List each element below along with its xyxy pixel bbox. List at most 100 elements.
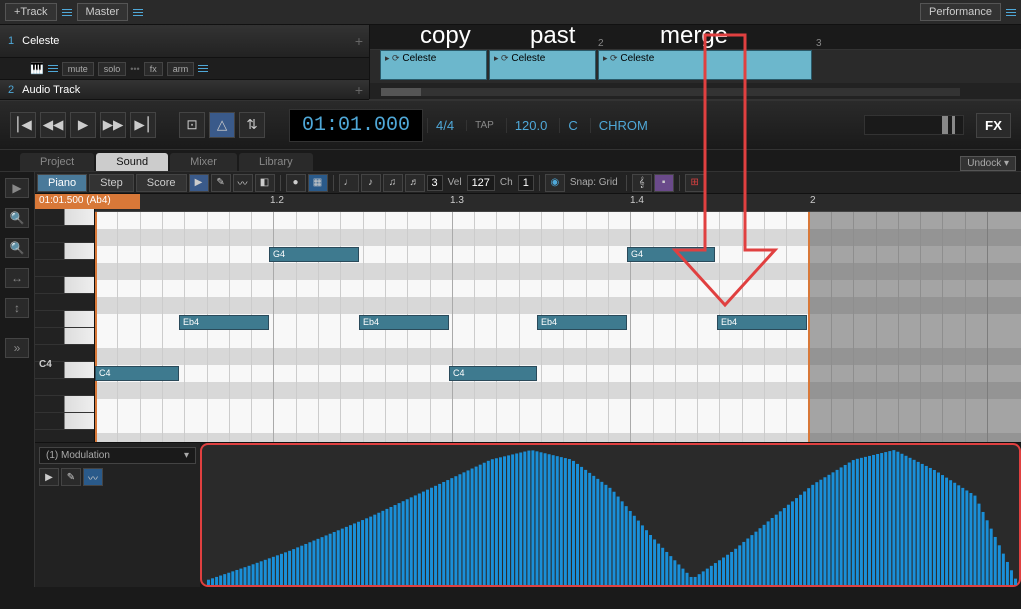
midi-note[interactable]: G4: [269, 247, 359, 262]
play-icon[interactable]: ▶: [5, 178, 29, 198]
track-menu-icon[interactable]: [62, 9, 72, 16]
scale-value[interactable]: CHROM: [590, 118, 656, 133]
auto-line-icon[interactable]: 〰: [83, 468, 103, 486]
arrange-scrollbar[interactable]: [380, 87, 961, 97]
midi-menu-icon[interactable]: [48, 65, 58, 72]
arm-menu-icon[interactable]: [198, 65, 208, 72]
track-row[interactable]: 2 Audio Track +: [0, 80, 369, 100]
midi-note[interactable]: Eb4: [717, 315, 807, 330]
rewind-button[interactable]: ◀◀: [40, 112, 66, 138]
add-icon[interactable]: +: [355, 82, 363, 98]
channel-value[interactable]: 1: [518, 175, 534, 191]
track-name: Celeste: [22, 35, 59, 47]
piano-keyboard[interactable]: C4: [35, 194, 95, 442]
settings-button[interactable]: ⇅: [239, 112, 265, 138]
midi-note[interactable]: Eb4: [537, 315, 627, 330]
annotation-copy: copy: [420, 25, 471, 50]
fit-width-icon[interactable]: ↔: [5, 268, 29, 288]
color-icon[interactable]: ▪: [654, 174, 674, 192]
time-display[interactable]: 01:01.000: [289, 109, 423, 142]
position-readout: 01:01.500 (Ab4): [35, 194, 140, 209]
mode-piano-button[interactable]: Piano: [37, 174, 87, 192]
midi-note[interactable]: Eb4: [359, 315, 449, 330]
add-icon[interactable]: +: [355, 33, 363, 49]
treble-icon[interactable]: 𝄞: [632, 174, 652, 192]
tap-tempo[interactable]: TAP: [466, 120, 502, 131]
tempo-value[interactable]: 120.0: [506, 118, 556, 133]
annotation-merge: merge: [660, 25, 728, 50]
tab-project[interactable]: Project: [20, 153, 94, 171]
record-icon[interactable]: ●: [286, 174, 306, 192]
loop-start-marker[interactable]: [95, 212, 97, 442]
midi-note[interactable]: G4: [627, 247, 715, 262]
automation-param-dropdown[interactable]: (1) Modulation▾: [39, 447, 196, 464]
vel-label: Vel: [445, 177, 465, 188]
note-eighth-icon[interactable]: ♬: [405, 174, 425, 192]
midi-clip[interactable]: ▸ ⟳ Celeste: [380, 50, 487, 80]
tab-mixer[interactable]: Mixer: [170, 153, 237, 171]
auto-select-icon[interactable]: ▶: [39, 468, 59, 486]
midi-note[interactable]: C4: [95, 366, 179, 381]
clip-lane[interactable]: ▸ ⟳ Celeste ▸ ⟳ Celeste ▸ ⟳ Celeste: [370, 50, 1021, 83]
tab-sound[interactable]: Sound: [96, 153, 168, 171]
forward-button[interactable]: ▶▶: [100, 112, 126, 138]
brush-tool-icon[interactable]: 〰: [233, 174, 253, 192]
go-start-button[interactable]: ⎮◀: [10, 112, 36, 138]
mute-button[interactable]: mute: [62, 62, 94, 76]
annotation-past: past: [530, 25, 575, 50]
automation-area[interactable]: [200, 443, 1021, 587]
note-half-icon[interactable]: ♪: [361, 174, 381, 192]
perf-menu-icon[interactable]: [1006, 9, 1016, 16]
editor-area: ▶ 🔍 🔍 ↔ ↕ » Piano Step Score ▶ ✎ 〰 ◧ ● ▦…: [0, 172, 1021, 587]
go-end-button[interactable]: ▶⎮: [130, 112, 156, 138]
velocity-value[interactable]: 127: [467, 175, 495, 191]
pencil-tool-icon[interactable]: ✎: [211, 174, 231, 192]
undock-button[interactable]: Undock ▾: [960, 156, 1016, 171]
quantize-value[interactable]: 3: [427, 175, 443, 191]
zoom-in-icon[interactable]: 🔍: [5, 208, 29, 228]
scale-icon[interactable]: ⊞: [685, 174, 705, 192]
arrange-area[interactable]: copy past 2 merge 3 ▸ ⟳ Celeste ▸ ⟳ Cele…: [370, 25, 1021, 99]
mode-score-button[interactable]: Score: [136, 174, 187, 192]
ch-label: Ch: [497, 177, 516, 188]
master-fx-button[interactable]: FX: [976, 113, 1011, 138]
grid-icon[interactable]: ▦: [308, 174, 328, 192]
solo-button[interactable]: solo: [98, 62, 127, 76]
piano-ruler[interactable]: 1.21.31.42: [95, 194, 1021, 212]
time-signature[interactable]: 4/4: [427, 118, 462, 133]
piano-grid[interactable]: 1.21.31.42 C4 Eb4 G4 Eb4 C4 Eb4 G4 Eb4: [95, 194, 1021, 442]
note-whole-icon[interactable]: ♩: [339, 174, 359, 192]
editor-main: Piano Step Score ▶ ✎ 〰 ◧ ● ▦ ♩ ♪ ♫ ♬ 3 V…: [35, 172, 1021, 587]
expand-icon[interactable]: »: [5, 338, 29, 358]
loop-end-marker[interactable]: [808, 212, 810, 442]
fit-height-icon[interactable]: ↕: [5, 298, 29, 318]
note-quarter-icon[interactable]: ♫: [383, 174, 403, 192]
editor-sidebar: ▶ 🔍 🔍 ↔ ↕ »: [0, 172, 35, 587]
mode-step-button[interactable]: Step: [89, 174, 134, 192]
tab-library[interactable]: Library: [239, 153, 313, 171]
track-row[interactable]: 1 Celeste +: [0, 25, 369, 58]
loop-button[interactable]: ⊡: [179, 112, 205, 138]
arrange-ruler[interactable]: copy past 2 merge 3: [370, 25, 1021, 50]
add-track-button[interactable]: +Track: [5, 3, 57, 21]
circle-icon[interactable]: ◉: [545, 174, 565, 192]
master-volume-slider[interactable]: [864, 115, 964, 135]
arm-button[interactable]: arm: [167, 62, 195, 76]
midi-note[interactable]: C4: [449, 366, 537, 381]
master-button[interactable]: Master: [77, 3, 129, 21]
snap-label[interactable]: Snap: Grid: [567, 177, 621, 188]
zoom-out-icon[interactable]: 🔍: [5, 238, 29, 258]
master-menu-icon[interactable]: [133, 9, 143, 16]
key-value[interactable]: C: [559, 118, 585, 133]
fx-button[interactable]: fx: [144, 62, 163, 76]
eraser-tool-icon[interactable]: ◧: [255, 174, 275, 192]
pointer-tool-icon[interactable]: ▶: [189, 174, 209, 192]
play-button[interactable]: ▶: [70, 112, 96, 138]
auto-pencil-icon[interactable]: ✎: [61, 468, 81, 486]
editor-toolbar: Piano Step Score ▶ ✎ 〰 ◧ ● ▦ ♩ ♪ ♫ ♬ 3 V…: [35, 172, 1021, 194]
midi-clip[interactable]: ▸ ⟳ Celeste: [598, 50, 812, 80]
metronome-button[interactable]: △: [209, 112, 235, 138]
midi-clip[interactable]: ▸ ⟳ Celeste: [489, 50, 596, 80]
performance-button[interactable]: Performance: [920, 3, 1001, 21]
midi-note[interactable]: Eb4: [179, 315, 269, 330]
